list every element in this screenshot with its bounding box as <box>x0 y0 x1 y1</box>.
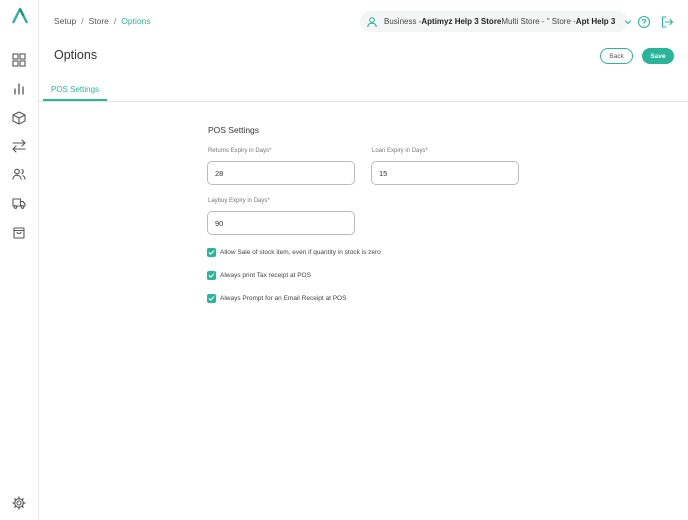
business-selector[interactable]: Business - Aptimyz Help 3 Store Multi St… <box>360 11 632 32</box>
tab-pos-settings[interactable]: POS Settings <box>43 80 108 101</box>
checkbox-label: Always print Tax receipt at POS <box>220 272 311 279</box>
breadcrumb: Setup / Store / Options <box>54 16 151 26</box>
checkbox-checked-icon[interactable] <box>207 294 216 303</box>
dashboard-grid-icon[interactable] <box>11 52 27 68</box>
sidebar <box>0 0 39 520</box>
bar-chart-icon[interactable] <box>11 81 27 97</box>
logout-icon[interactable] <box>660 15 674 29</box>
section-title: POS Settings <box>208 125 260 135</box>
loan-expiry-input[interactable] <box>371 161 519 185</box>
box-icon[interactable] <box>11 110 27 126</box>
help-icon[interactable] <box>637 15 651 29</box>
back-button[interactable]: Back <box>600 48 633 64</box>
chevron-down-icon <box>624 18 632 26</box>
save-button[interactable]: Save <box>642 48 674 64</box>
allow-zero-stock-sale-checkbox[interactable]: Allow Sale of stock item, even if quanti… <box>207 248 381 257</box>
page-title: Options <box>54 48 98 62</box>
transfer-arrows-icon[interactable] <box>11 138 27 154</box>
breadcrumb-setup[interactable]: Setup <box>54 16 76 26</box>
shopping-bag-icon[interactable] <box>11 224 27 240</box>
checkbox-label: Always Prompt for an Email Receipt at PO… <box>220 295 347 302</box>
breadcrumb-separator: / <box>81 16 84 26</box>
business-name-rest: Multi Store - " Store - <box>501 17 576 26</box>
returns-expiry-label: Returns Expiry in Days* <box>208 148 272 154</box>
checkbox-label: Allow Sale of stock item, even if quanti… <box>220 249 381 256</box>
truck-icon[interactable] <box>11 195 27 211</box>
checkbox-checked-icon[interactable] <box>207 248 216 257</box>
loan-expiry-label: Loan Expiry in Days* <box>372 148 428 154</box>
laybuy-expiry-label: Laybuy Expiry in Days* <box>208 198 270 204</box>
business-prefix: Business - <box>384 17 422 26</box>
store-name: Apt Help 3 <box>575 17 616 26</box>
business-name: Aptimyz Help 3 Store <box>421 17 502 26</box>
returns-expiry-input[interactable] <box>207 161 355 185</box>
print-tax-receipt-checkbox[interactable]: Always print Tax receipt at POS <box>207 271 311 280</box>
checkbox-checked-icon[interactable] <box>207 271 216 280</box>
settings-gear-icon[interactable] <box>11 495 27 511</box>
aptimyz-logo-icon[interactable] <box>11 7 29 25</box>
breadcrumb-options: Options <box>121 16 151 26</box>
laybuy-expiry-input[interactable] <box>207 211 355 235</box>
tab-bar: POS Settings <box>39 80 688 102</box>
prompt-email-receipt-checkbox[interactable]: Always Prompt for an Email Receipt at PO… <box>207 294 346 303</box>
user-icon <box>366 16 378 28</box>
users-icon[interactable] <box>11 166 27 182</box>
breadcrumb-separator: / <box>113 16 117 26</box>
breadcrumb-store[interactable]: Store <box>89 16 109 26</box>
